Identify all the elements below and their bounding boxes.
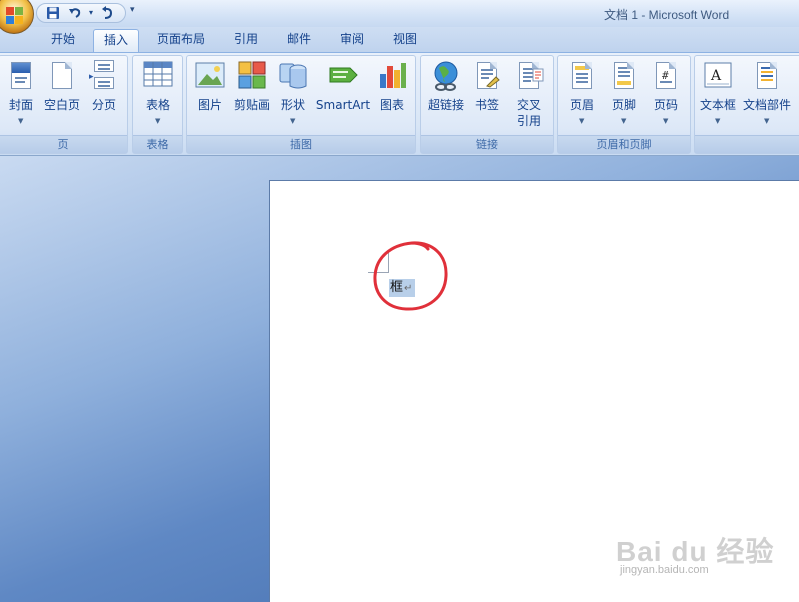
annotation-circle [373, 241, 448, 311]
tab-home[interactable]: 开始 [42, 29, 84, 52]
picture-button[interactable]: 图片 [191, 60, 229, 134]
redo-icon[interactable] [99, 6, 115, 20]
group-tables: 表格 ▼ 表格 [132, 55, 183, 154]
tab-references[interactable]: 引用 [225, 29, 267, 52]
group-header-footer: 页眉 ▼ 页脚 ▼ # 页码 ▼ 页眉和页脚 [557, 55, 691, 154]
group-text: A 文本框 ▼ 文档部件 ▼ [694, 55, 799, 154]
svg-text:A: A [710, 68, 722, 84]
cross-reference-label: 交叉 引用 [509, 97, 549, 129]
shapes-label: 形状 [280, 98, 305, 112]
smartart-label: SmartArt [315, 98, 371, 112]
bookmark-icon [472, 60, 502, 92]
ribbon-tab-row: 开始 插入 页面布局 引用 邮件 审阅 视图 [0, 27, 799, 52]
group-tables-label: 表格 [133, 135, 182, 153]
clip-art-icon [237, 60, 267, 92]
save-icon[interactable] [45, 6, 61, 20]
cover-page-icon [6, 60, 36, 92]
page-number-label: 页码 [653, 98, 678, 112]
page-number-button[interactable]: # 页码 ▼ [646, 60, 686, 134]
page-break-label: 分页 [91, 98, 116, 112]
chevron-down-icon: ▼ [715, 117, 721, 125]
shapes-button[interactable]: 形状 ▼ [275, 60, 311, 134]
undo-dropdown-icon[interactable]: ▾ [83, 6, 99, 20]
chart-icon [377, 60, 407, 92]
tab-insert[interactable]: 插入 [93, 29, 139, 52]
blank-page-label: 空白页 [43, 98, 80, 112]
customize-qat-icon[interactable]: ▾ [130, 5, 135, 15]
bookmark-label: 书签 [474, 98, 499, 112]
group-links: 超链接 书签 交叉 引用 链接 [420, 55, 554, 154]
chevron-down-icon: ▼ [18, 117, 24, 125]
cover-page-button[interactable]: 封面 ▼ [3, 60, 39, 134]
quick-access-toolbar: ▾ [36, 3, 126, 23]
group-illustrations-label: 插图 [187, 135, 415, 153]
picture-icon [195, 60, 225, 92]
table-label: 表格 [145, 98, 170, 112]
bookmark-button[interactable]: 书签 [469, 60, 505, 134]
tab-review[interactable]: 审阅 [331, 29, 373, 52]
text-box-button[interactable]: A 文本框 ▼ [697, 60, 739, 134]
header-button[interactable]: 页眉 ▼ [562, 60, 602, 134]
hyperlink-label: 超链接 [427, 98, 464, 112]
smartart-button[interactable]: SmartArt [315, 60, 371, 134]
clip-art-button[interactable]: 剪贴画 [231, 60, 273, 134]
quick-parts-icon [752, 60, 782, 92]
quick-parts-button[interactable]: 文档部件 ▼ [741, 60, 793, 134]
hyperlink-icon [431, 60, 461, 92]
header-label: 页眉 [569, 98, 594, 112]
cross-reference-button[interactable]: 交叉 引用 [509, 60, 549, 134]
group-pages: 封面 ▼ 空白页 ▸ 分页 页 [0, 55, 128, 154]
smartart-icon [328, 60, 358, 92]
footer-label: 页脚 [611, 98, 636, 112]
watermark-url: jingyan.baidu.com [620, 564, 709, 576]
cross-reference-icon [514, 60, 544, 92]
ribbon: 封面 ▼ 空白页 ▸ 分页 页 表格 ▼ 表格 图片 剪贴画 形状 ▼ Smar… [0, 52, 799, 156]
group-header-footer-label: 页眉和页脚 [558, 135, 690, 153]
tab-view[interactable]: 视图 [384, 29, 426, 52]
table-icon [143, 60, 173, 92]
page-break-icon: ▸ [89, 60, 119, 92]
footer-icon [609, 60, 639, 92]
tab-mailings[interactable]: 邮件 [278, 29, 320, 52]
footer-button[interactable]: 页脚 ▼ [604, 60, 644, 134]
group-illustrations: 图片 剪贴画 形状 ▼ SmartArt 图表 插图 [186, 55, 416, 154]
shapes-icon [278, 60, 308, 92]
cross-reference-label-line2: 引用 [516, 114, 541, 128]
chart-label: 图表 [379, 98, 404, 112]
watermark: Bai du 经验 jingyan.baidu.com [616, 530, 786, 580]
text-box-label: 文本框 [699, 98, 736, 112]
chevron-down-icon: ▼ [579, 117, 585, 125]
chevron-down-icon: ▼ [621, 117, 627, 125]
group-pages-label: 页 [0, 135, 127, 153]
quick-parts-label: 文档部件 [742, 98, 791, 112]
blank-page-button[interactable]: 空白页 [41, 60, 83, 134]
text-box-icon: A [703, 60, 733, 92]
group-text-label [695, 135, 799, 153]
title-bar: ▾ ▾ 文档 1 - Microsoft Word [0, 0, 799, 34]
window-title: 文档 1 - Microsoft Word [604, 8, 730, 22]
picture-label: 图片 [197, 98, 222, 112]
table-button[interactable]: 表格 ▼ [137, 60, 179, 134]
clip-art-label: 剪贴画 [233, 98, 270, 112]
hyperlink-button[interactable]: 超链接 [425, 60, 467, 134]
chevron-down-icon: ▼ [663, 117, 669, 125]
page-break-button[interactable]: ▸ 分页 [85, 60, 123, 134]
chevron-down-icon: ▼ [155, 117, 161, 125]
cover-page-label: 封面 [8, 98, 33, 112]
page-number-icon: # [651, 60, 681, 92]
chart-button[interactable]: 图表 [373, 60, 411, 134]
undo-icon[interactable] [67, 6, 83, 20]
header-icon [567, 60, 597, 92]
tab-page-layout[interactable]: 页面布局 [149, 29, 213, 52]
chevron-down-icon: ▼ [290, 117, 296, 125]
office-logo-icon [6, 7, 24, 25]
group-links-label: 链接 [421, 135, 553, 153]
cross-reference-label-line1: 交叉 [516, 98, 541, 112]
chevron-down-icon: ▼ [764, 117, 770, 125]
blank-page-icon [47, 60, 77, 92]
